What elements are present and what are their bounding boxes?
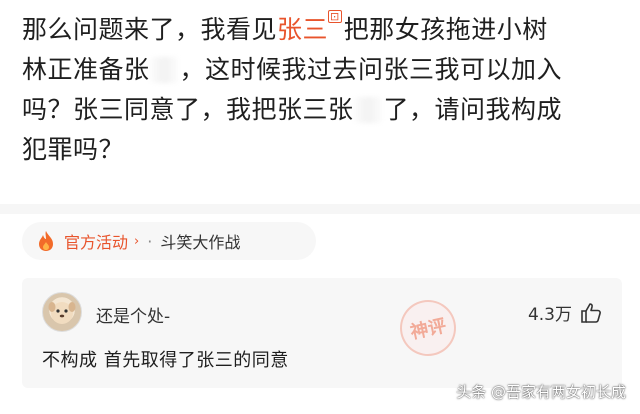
- thumbs-up-icon: [581, 302, 601, 323]
- post-line2-a: 林正准备张: [22, 55, 150, 84]
- chevron-right-icon: ›: [134, 233, 140, 249]
- blur-mask: [353, 97, 384, 123]
- stamp-label: 神评: [408, 315, 449, 344]
- activity-topic[interactable]: 斗笑大作战: [160, 229, 240, 253]
- section-divider: [0, 204, 640, 214]
- post-text: 那么问题来了，我看见张三 ⊡ 把那女孩拖进小树 林正准备张 ，这时候我过去问张三我可以…: [22, 10, 622, 170]
- like-button[interactable]: 4.3万: [528, 300, 602, 325]
- post-line4: 犯罪吗？: [22, 135, 125, 164]
- post-line2-b: ，这时候我过去问张三我可以加入: [179, 55, 563, 84]
- flame-icon: [39, 231, 53, 251]
- post-line3-b: 了，请问我构成: [383, 95, 563, 124]
- top-comment-card[interactable]: 还是个处- 4.3万 不构成 首先取得了张三的同意: [22, 278, 622, 388]
- dog-avatar-icon: [48, 302, 76, 324]
- post-line1-b: 把那女孩拖进小树: [343, 15, 548, 44]
- official-activity-label: 官方活动: [64, 233, 129, 252]
- blur-mask: [149, 57, 180, 83]
- avatar[interactable]: [42, 292, 82, 332]
- separator-dot: ·: [147, 231, 153, 251]
- mention-badge-icon: ⊡: [328, 10, 342, 23]
- source-watermark: 头条 @吾家有两女初长成: [456, 383, 626, 401]
- mention-link[interactable]: 张三: [277, 15, 328, 44]
- post-line1-a: 那么问题来了，我看见: [22, 15, 278, 44]
- like-count: 4.3万: [527, 305, 572, 325]
- official-activity-pill[interactable]: 官方活动 › · 斗笑大作战: [22, 222, 316, 260]
- post-line3-a: 吗？张三同意了，我把张三张: [22, 95, 354, 124]
- comment-text: 不构成 首先取得了张三的同意: [42, 350, 289, 371]
- commenter-username[interactable]: 还是个处-: [96, 302, 170, 327]
